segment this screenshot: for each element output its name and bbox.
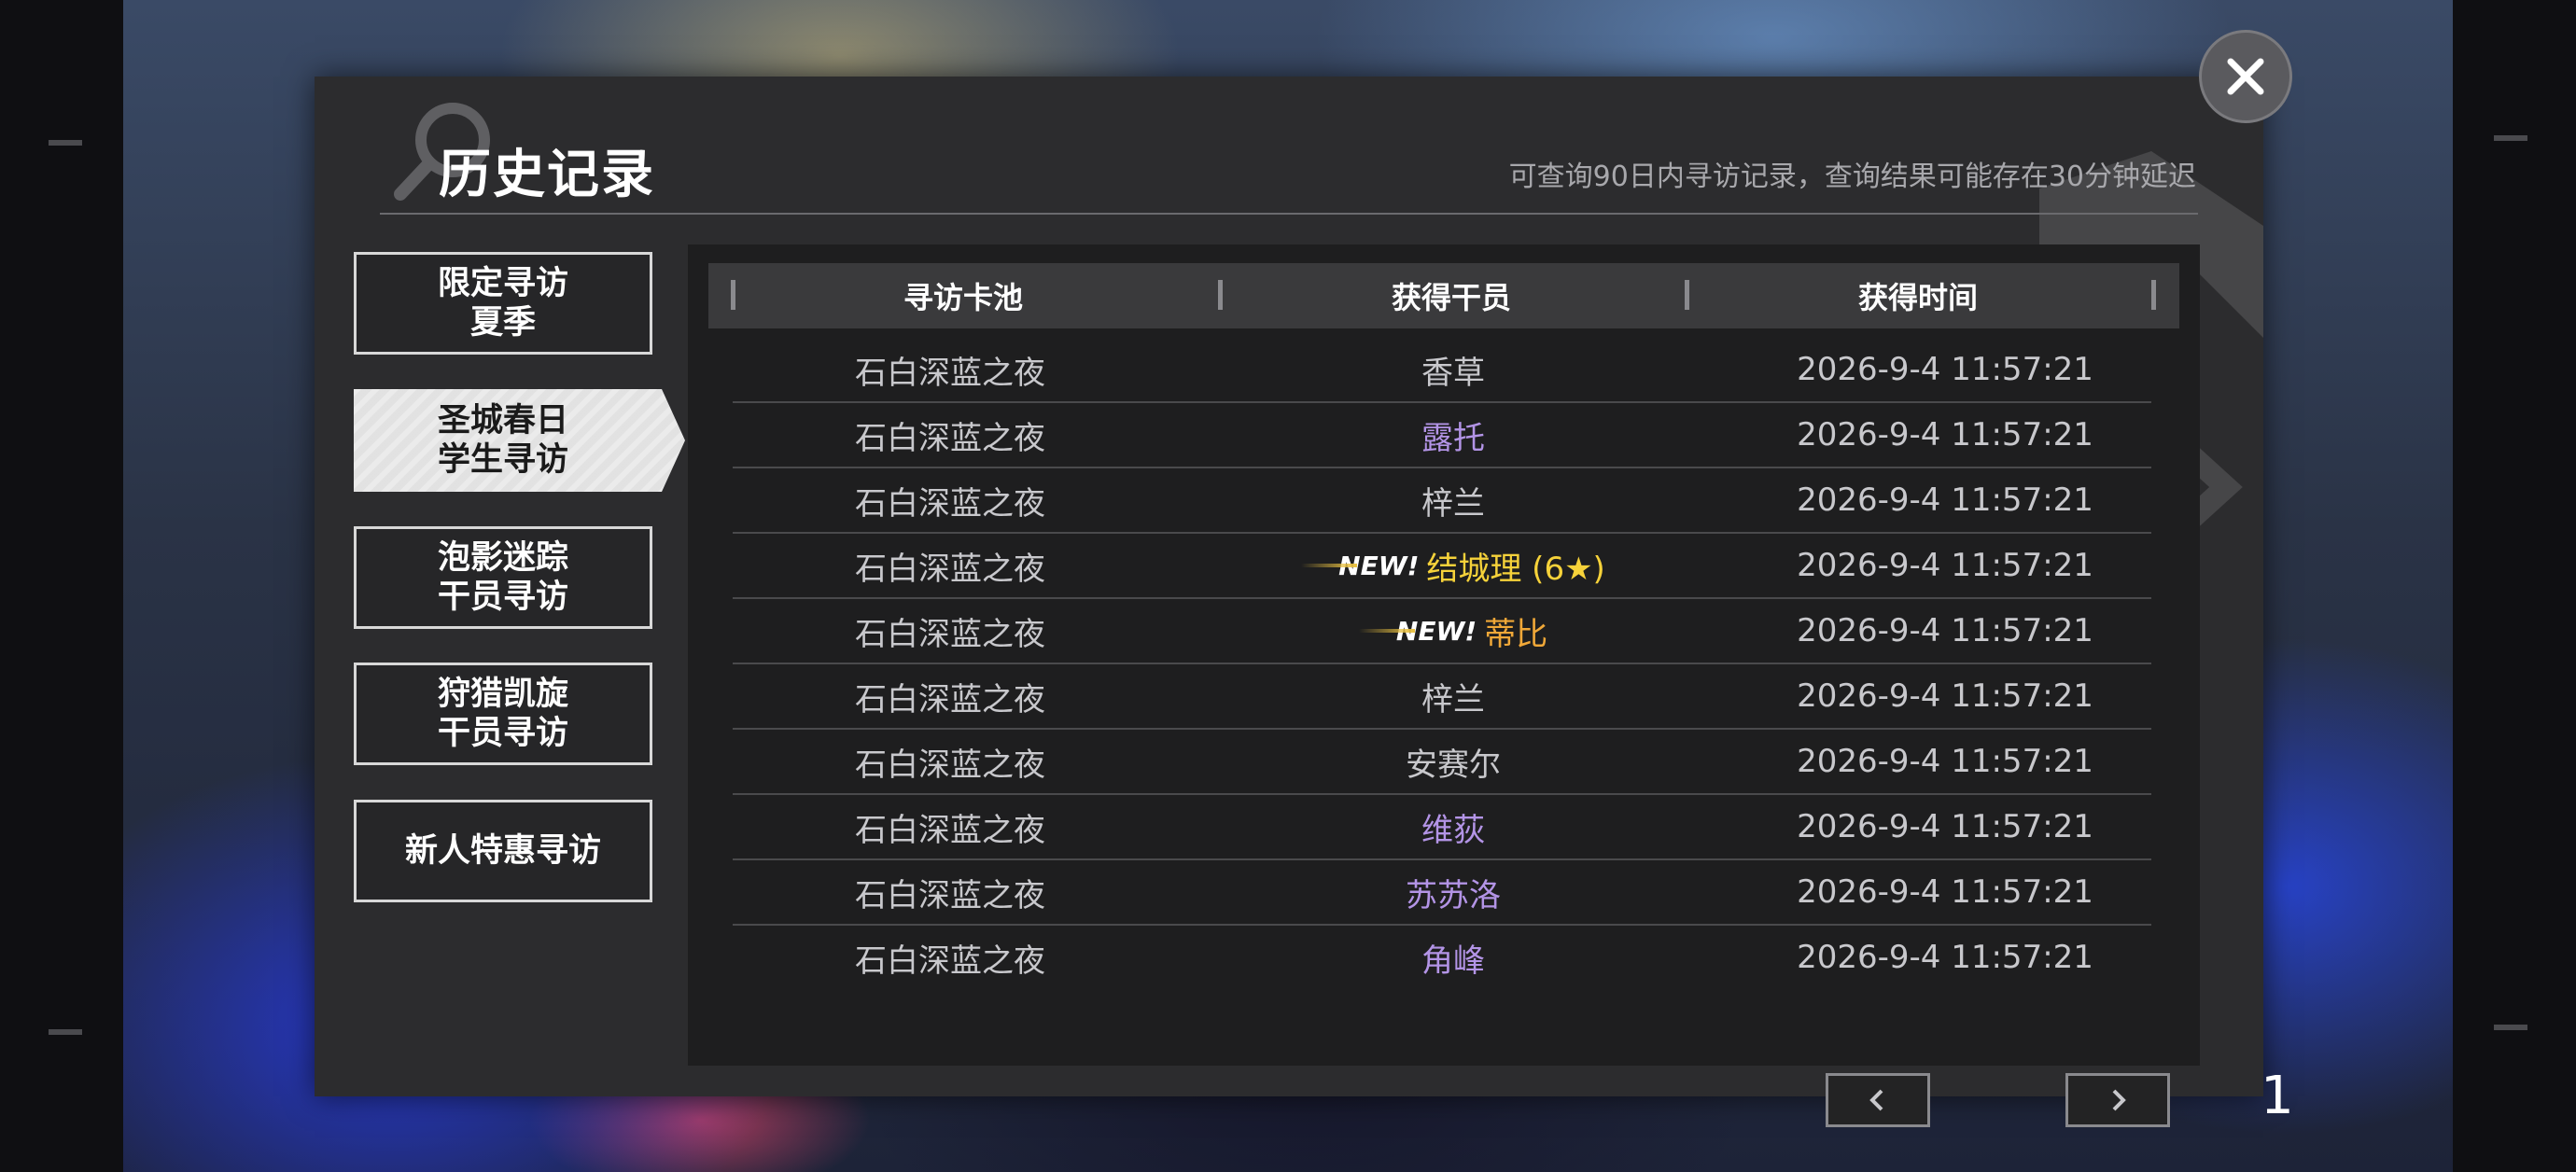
pool-tab[interactable]: 泡影迷踪 干员寻访 <box>354 526 652 629</box>
chevron-left-icon <box>1869 1089 1883 1111</box>
operator-cell: NEW! 结城理 (6★) <box>1168 543 1739 589</box>
pool-tab-label: 圣城春日 学生寻访 <box>437 402 568 479</box>
operator-name: 角峰 <box>1421 942 1485 980</box>
operator-wrap: 梓兰 <box>1421 478 1485 523</box>
table-row: 石白深蓝之夜 安赛尔 2026-9-4 11:57:21 <box>733 730 2151 795</box>
pool-cell: 石白深蓝之夜 <box>855 419 1045 457</box>
operator-name: 梓兰 <box>1421 680 1485 719</box>
operator-wrap: 安赛尔 <box>1406 739 1501 785</box>
operator-cell: 维荻 <box>1168 804 1739 850</box>
pool-cell: 石白深蓝之夜 <box>855 680 1045 719</box>
pool-cell: 石白深蓝之夜 <box>855 354 1045 392</box>
operator-wrap: 角峰 <box>1421 935 1485 981</box>
query-notice: 可查询90日内寻访记录，查询结果可能存在30分钟延迟 <box>1508 160 2196 193</box>
operator-name: 梓兰 <box>1421 484 1485 523</box>
frame-mark <box>2494 135 2527 141</box>
table-row: 石白深蓝之夜 苏苏洛 2026-9-4 11:57:21 <box>733 860 2151 926</box>
operator-cell: 梓兰 <box>1168 478 1739 523</box>
time-cell: 2026-9-4 11:57:21 <box>1797 547 2093 584</box>
operator-name: 安赛尔 <box>1406 746 1501 784</box>
operator-wrap: 香草 <box>1421 347 1485 393</box>
table-header: 寻访卡池 获得干员 获得时间 <box>708 263 2179 328</box>
operator-name: 结城理 (6★) <box>1426 550 1605 588</box>
header-time: 获得时间 <box>1857 280 1978 315</box>
operator-wrap: 露托 <box>1421 412 1485 458</box>
time-cell: 2026-9-4 11:57:21 <box>1797 677 2093 715</box>
header-pool: 寻访卡池 <box>903 280 1023 315</box>
new-badge: NEW! <box>1301 551 1419 581</box>
pool-tab[interactable]: 限定寻访 夏季 <box>354 252 652 355</box>
pool-tab[interactable]: 新人特惠寻访 <box>354 800 652 902</box>
close-button[interactable] <box>2199 30 2292 123</box>
operator-cell: NEW! 蒂比 <box>1168 608 1739 654</box>
operator-name: 露托 <box>1421 419 1485 457</box>
header-separator <box>731 280 735 310</box>
header-separator <box>2151 280 2156 310</box>
frame-mark <box>2494 1025 2527 1030</box>
table-row: 石白深蓝之夜 维荻 2026-9-4 11:57:21 <box>733 795 2151 860</box>
pool-cell: 石白深蓝之夜 <box>855 746 1045 784</box>
header-divider <box>380 213 2198 215</box>
frame-mark <box>49 140 82 146</box>
history-rows: 石白深蓝之夜 香草 2026-9-4 11:57:21 石白深蓝之夜 露托 2026-9-… <box>733 338 2151 989</box>
operator-name: 蒂比 <box>1484 615 1548 653</box>
operator-cell: 安赛尔 <box>1168 739 1739 785</box>
header-operator: 获得干员 <box>1391 280 1511 315</box>
frame-mark <box>49 1029 82 1035</box>
operator-name: 香草 <box>1421 354 1485 392</box>
table-row: 石白深蓝之夜 露托 2026-9-4 11:57:21 <box>733 403 2151 468</box>
left-screen-frame <box>0 0 123 1172</box>
page-number: 1 <box>2261 1066 2294 1126</box>
pool-cell: 石白深蓝之夜 <box>855 484 1045 523</box>
chevron-right-icon <box>2112 1089 2126 1111</box>
pool-tab-label: 限定寻访 夏季 <box>437 265 568 342</box>
dialog-title: 历史记录 <box>439 145 655 205</box>
table-row: 石白深蓝之夜 香草 2026-9-4 11:57:21 <box>733 338 2151 403</box>
pool-tab[interactable]: 圣城春日 学生寻访 <box>354 389 685 492</box>
close-icon <box>2227 58 2264 95</box>
time-cell: 2026-9-4 11:57:21 <box>1797 939 2093 976</box>
pool-cell: 石白深蓝之夜 <box>855 811 1045 849</box>
pool-cell: 石白深蓝之夜 <box>855 876 1045 914</box>
time-cell: 2026-9-4 11:57:21 <box>1797 743 2093 780</box>
time-cell: 2026-9-4 11:57:21 <box>1797 612 2093 649</box>
prev-page-button[interactable] <box>1826 1073 1930 1127</box>
table-row: 石白深蓝之夜 NEW! 结城理 (6★) 2026-9-4 11:57:21 <box>733 534 2151 599</box>
pool-tab-label: 泡影迷踪 干员寻访 <box>437 539 568 616</box>
operator-wrap: NEW! 蒂比 <box>1359 608 1547 654</box>
operator-name: 维荻 <box>1421 811 1485 849</box>
operator-cell: 香草 <box>1168 347 1739 393</box>
operator-name: 苏苏洛 <box>1406 876 1501 914</box>
next-page-button[interactable] <box>2065 1073 2170 1127</box>
right-screen-frame <box>2453 0 2576 1172</box>
time-cell: 2026-9-4 11:57:21 <box>1797 808 2093 845</box>
table-row: 石白深蓝之夜 角峰 2026-9-4 11:57:21 <box>733 926 2151 989</box>
operator-cell: 露托 <box>1168 412 1739 458</box>
operator-wrap: NEW! 结城理 (6★) <box>1301 543 1605 589</box>
pool-cell: 石白深蓝之夜 <box>855 942 1045 980</box>
operator-wrap: 苏苏洛 <box>1406 870 1501 915</box>
header-separator <box>1218 280 1223 310</box>
table-row: 石白深蓝之夜 梓兰 2026-9-4 11:57:21 <box>733 468 2151 534</box>
pool-tab[interactable]: 狩猎凯旋 干员寻访 <box>354 663 652 765</box>
time-cell: 2026-9-4 11:57:21 <box>1797 481 2093 519</box>
time-cell: 2026-9-4 11:57:21 <box>1797 873 2093 911</box>
table-row: 石白深蓝之夜 梓兰 2026-9-4 11:57:21 <box>733 664 2151 730</box>
operator-cell: 角峰 <box>1168 935 1739 981</box>
operator-cell: 梓兰 <box>1168 674 1739 719</box>
table-row: 石白深蓝之夜 NEW! 蒂比 2026-9-4 11:57:21 <box>733 599 2151 664</box>
operator-wrap: 维荻 <box>1421 804 1485 850</box>
history-table-panel: 寻访卡池 获得干员 获得时间 石白深蓝之夜 香草 2026-9-4 11:57:21… <box>688 244 2294 1127</box>
time-cell: 2026-9-4 11:57:21 <box>1797 416 2093 453</box>
pool-cell: 石白深蓝之夜 <box>855 615 1045 653</box>
operator-wrap: 梓兰 <box>1421 674 1485 719</box>
pool-tab-label: 新人特惠寻访 <box>404 832 601 870</box>
new-badge: NEW! <box>1359 616 1477 647</box>
pool-cell: 石白深蓝之夜 <box>855 550 1045 588</box>
pool-tab-label: 狩猎凯旋 干员寻访 <box>437 676 568 752</box>
operator-cell: 苏苏洛 <box>1168 870 1739 915</box>
header-separator <box>1685 280 1689 310</box>
history-dialog: 历史记录 可查询90日内寻访记录，查询结果可能存在30分钟延迟 限定寻访 夏季圣… <box>315 77 2294 1127</box>
time-cell: 2026-9-4 11:57:21 <box>1797 351 2093 388</box>
